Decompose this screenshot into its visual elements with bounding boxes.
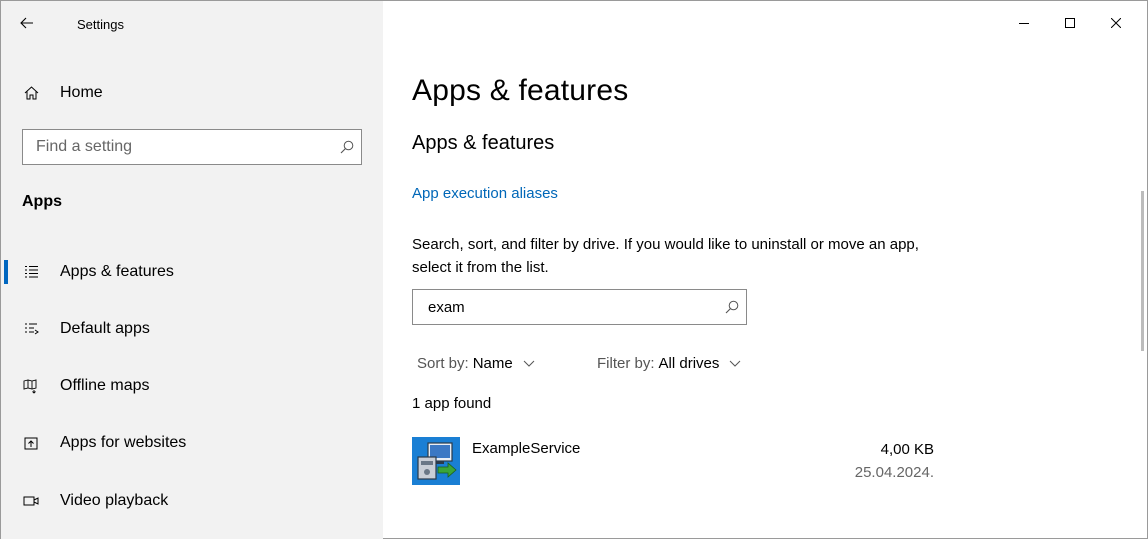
sidebar-item-video-playback[interactable]: Video playback (1, 481, 383, 521)
sidebar-item-apps-features[interactable]: Apps & features (1, 252, 383, 292)
settings-search-box[interactable] (22, 129, 362, 165)
filter-label: Filter by: (597, 354, 655, 372)
maximize-button[interactable] (1047, 1, 1093, 45)
app-size: 4,00 KB (880, 441, 934, 458)
app-name: ExampleService (472, 440, 581, 457)
list-icon (23, 265, 39, 279)
maximize-icon (1065, 18, 1075, 28)
sidebar: Settings Home Apps (1, 1, 383, 539)
sidebar-item-apps-for-websites[interactable]: Apps for websites (1, 423, 383, 463)
scrollbar[interactable] (1141, 191, 1144, 351)
sort-label: Sort by: (417, 354, 469, 372)
settings-search-input[interactable] (23, 130, 333, 164)
installer-icon (412, 437, 460, 485)
search-icon[interactable] (333, 140, 361, 154)
sidebar-item-label: Apps for websites (60, 434, 187, 451)
sidebar-item-label: Default apps (60, 320, 150, 337)
back-button[interactable] (11, 9, 43, 37)
results-count: 1 app found (412, 395, 492, 412)
sidebar-item-label: Home (60, 84, 103, 101)
close-icon (1111, 18, 1121, 28)
sidebar-item-label: Video playback (60, 492, 169, 509)
search-icon[interactable] (718, 300, 746, 314)
default-apps-icon (23, 322, 39, 336)
app-search-input[interactable] (413, 290, 718, 324)
map-icon (23, 378, 39, 394)
link-box-icon (23, 436, 39, 450)
filter-dropdown[interactable]: Filter by: All drives (597, 351, 741, 375)
sidebar-item-label: Offline maps (60, 377, 150, 394)
window-title: Settings (77, 17, 124, 32)
minimize-button[interactable] (1001, 1, 1047, 45)
page-title: Apps & features (412, 74, 629, 107)
arrow-left-icon (20, 17, 33, 29)
sort-value: Name (472, 354, 513, 372)
sidebar-item-label: Apps & features (60, 263, 174, 280)
sort-dropdown[interactable]: Sort by: Name (417, 351, 535, 375)
list-item[interactable]: ExampleService 4,00 KB 25.04.2024. (412, 435, 952, 487)
app-date: 25.04.2024. (854, 464, 934, 481)
description-text: Search, sort, and filter by drive. If yo… (412, 236, 919, 276)
home-icon (24, 86, 40, 100)
app-search-box[interactable] (412, 289, 747, 325)
app-execution-aliases-link[interactable]: App execution aliases (412, 185, 558, 202)
close-button[interactable] (1093, 1, 1139, 45)
section-subtitle: Apps & features (412, 132, 555, 154)
sidebar-item-default-apps[interactable]: Default apps (1, 309, 383, 349)
section-title: Apps (22, 193, 62, 210)
chevron-down-icon (729, 360, 741, 367)
settings-window: Settings Home Apps (0, 0, 1148, 539)
minimize-icon (1019, 23, 1029, 24)
chevron-down-icon (523, 360, 535, 367)
sidebar-item-offline-maps[interactable]: Offline maps (1, 366, 383, 406)
sidebar-item-home[interactable]: Home (1, 73, 383, 113)
filter-value: All drives (658, 354, 720, 372)
video-icon (23, 495, 39, 507)
